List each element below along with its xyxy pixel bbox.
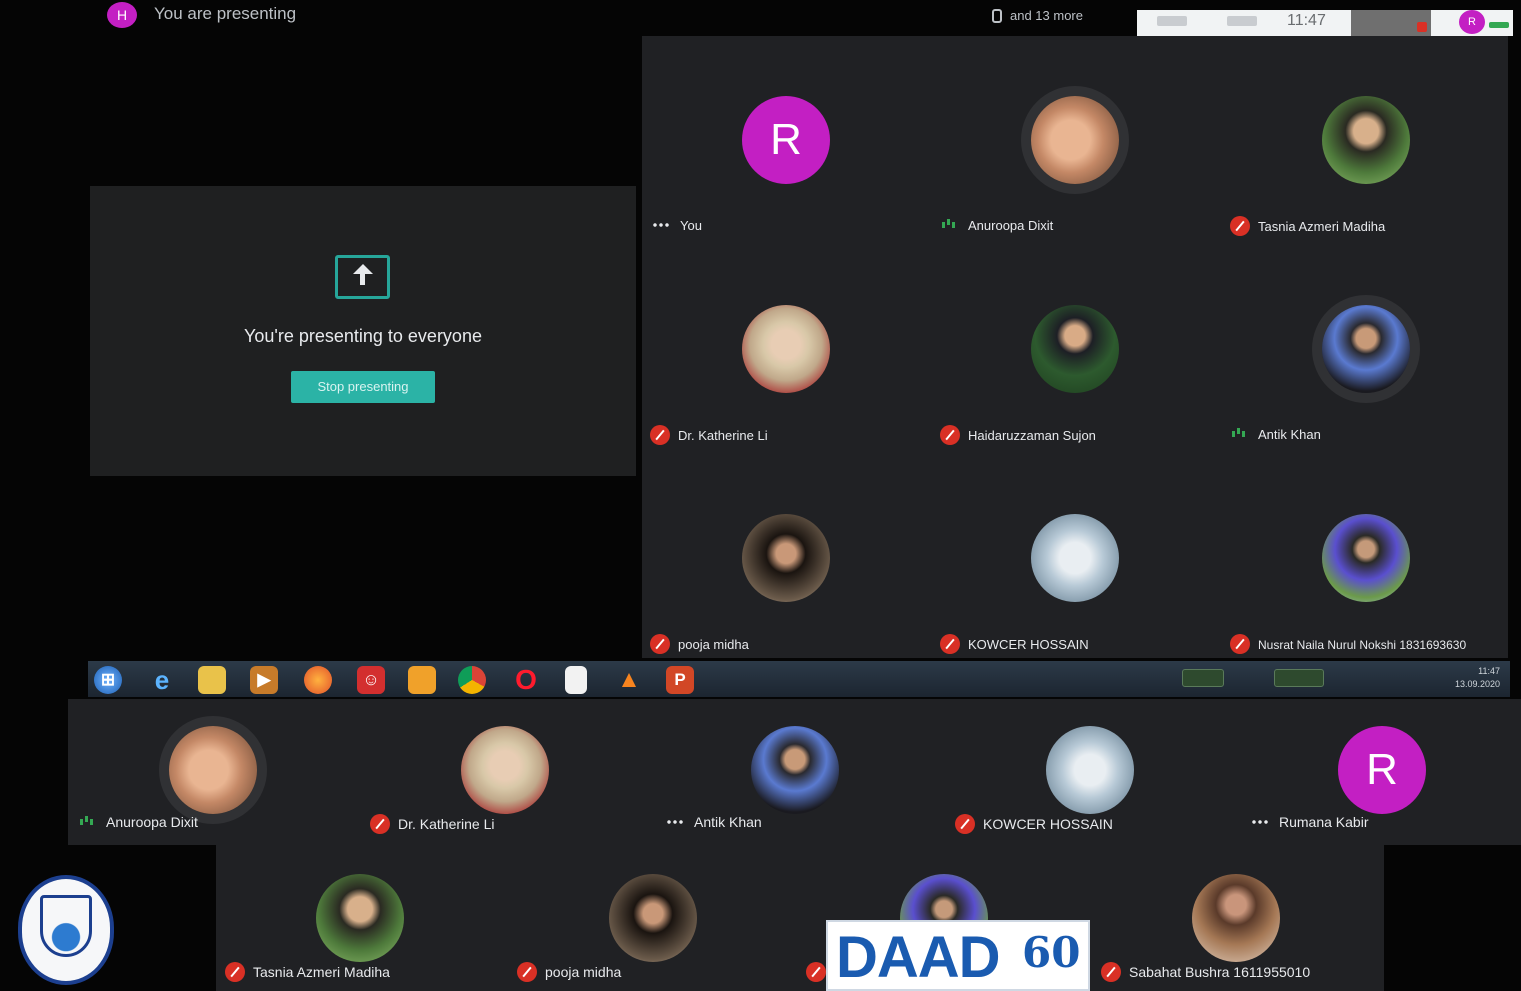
participant-avatar <box>742 514 830 602</box>
document-icon[interactable] <box>565 666 587 694</box>
people-more-label: and 13 more <box>1010 8 1083 23</box>
participant-label: Tasnia Azmeri Madiha <box>1230 216 1385 236</box>
media-player-icon[interactable]: ▶ <box>250 666 278 694</box>
mic-off-icon <box>940 634 960 654</box>
participant-avatar: R <box>742 96 830 184</box>
presenting-status-text: You are presenting <box>154 4 297 23</box>
top-right-panel: 11:47 R <box>1137 10 1513 36</box>
app-orange-icon[interactable] <box>408 666 436 694</box>
participant-label: Dr. Katherine Li <box>650 425 768 445</box>
participant-label: Nusrat Naila Nurul Nokshi 1831693630 <box>1230 634 1466 654</box>
mic-off-icon <box>650 425 670 445</box>
mic-off-icon <box>1230 216 1250 236</box>
speaking-icon <box>80 816 96 828</box>
speaking-icon <box>1232 428 1248 440</box>
mic-off-icon <box>1101 962 1121 982</box>
people-more-chip[interactable]: and 13 more <box>992 8 1083 23</box>
participant-avatar <box>1322 305 1410 393</box>
opera-icon[interactable]: O <box>512 666 540 694</box>
self-avatar[interactable]: R <box>1459 10 1485 34</box>
participant-label: Anuroopa Dixit <box>80 814 198 830</box>
presenting-banner: H You are presenting and 13 more 11:47 R <box>0 0 1521 36</box>
daad-60-badge: 60 <box>1022 928 1081 977</box>
participant-avatar <box>742 305 830 393</box>
system-tray-clock[interactable]: 11:47 13.09.2020 <box>1450 665 1500 691</box>
mic-off-icon <box>806 962 826 982</box>
participant-label: KOWCER HOSSAIN <box>940 634 1089 654</box>
vlc-icon[interactable]: ▲ <box>615 666 643 694</box>
participant-label: Antik Khan <box>1232 427 1321 442</box>
powerpoint-icon[interactable]: P <box>666 666 694 694</box>
speaking-icon <box>942 219 958 231</box>
clock: 11:47 <box>1287 12 1326 29</box>
more-options-icon[interactable] <box>652 223 670 227</box>
audio-level-icon <box>1489 22 1509 28</box>
participant-avatar: R <box>1338 726 1426 814</box>
participant-avatar <box>1031 305 1119 393</box>
mic-off-icon <box>225 962 245 982</box>
mic-off-icon <box>940 425 960 445</box>
presenter-avatar: H <box>107 2 137 28</box>
present-screen-icon <box>335 255 390 299</box>
participant-label: Haidaruzzaman Sujon <box>940 425 1096 445</box>
windows-start-icon[interactable]: ⊞ <box>94 666 122 694</box>
participant-label: Dr. Katherine Li <box>370 814 495 834</box>
mic-muted-icon <box>1417 22 1427 32</box>
participant-label: pooja midha <box>517 962 621 982</box>
participant-label: KOWCER HOSSAIN <box>955 814 1113 834</box>
participant-avatar <box>1031 96 1119 184</box>
mic-off-icon <box>1230 634 1250 654</box>
participant-avatar <box>1322 514 1410 602</box>
top-thumb-1 <box>1157 16 1187 26</box>
daad-logo: DAAD 60 <box>826 920 1090 991</box>
daad-text: DAAD <box>836 925 1001 990</box>
firefox-icon[interactable] <box>304 666 332 694</box>
participant-avatar <box>316 874 404 962</box>
participant-avatar <box>1322 96 1410 184</box>
participant-avatar <box>1046 726 1134 814</box>
file-explorer-icon[interactable] <box>198 666 226 694</box>
participant-label: Sabahat Bushra 1611955010 <box>1101 962 1310 982</box>
participant-avatar <box>461 726 549 814</box>
stop-presenting-button[interactable]: Stop presenting <box>291 371 435 403</box>
participant-label: Tasnia Azmeri Madiha <box>225 962 390 982</box>
participant-avatar <box>1031 514 1119 602</box>
participant-avatar <box>609 874 697 962</box>
participant-label: Antik Khan <box>666 814 762 830</box>
participant-avatar <box>751 726 839 814</box>
internet-explorer-icon[interactable]: e <box>148 666 176 694</box>
more-options-icon[interactable] <box>666 820 684 824</box>
participant-label: Anuroopa Dixit <box>942 218 1053 233</box>
chrome-icon[interactable] <box>458 666 486 694</box>
university-logo <box>18 875 114 985</box>
presenting-title: You're presenting to everyone <box>244 326 482 346</box>
people-icon <box>992 9 1002 23</box>
participant-avatar <box>169 726 257 814</box>
top-thumb-2 <box>1227 16 1257 26</box>
mic-off-icon <box>650 634 670 654</box>
battery-icon <box>1274 669 1324 687</box>
mic-off-icon <box>370 814 390 834</box>
participant-label: Rumana Kabir <box>1251 814 1369 830</box>
more-options-icon[interactable] <box>1251 820 1269 824</box>
network-graph-icon <box>1182 669 1224 687</box>
app-red-icon[interactable]: ☺ <box>357 666 385 694</box>
mic-off-icon <box>955 814 975 834</box>
participant-avatar <box>1192 874 1280 962</box>
participant-label: You <box>652 218 702 233</box>
participant-label: pooja midha <box>650 634 749 654</box>
mic-off-icon <box>517 962 537 982</box>
